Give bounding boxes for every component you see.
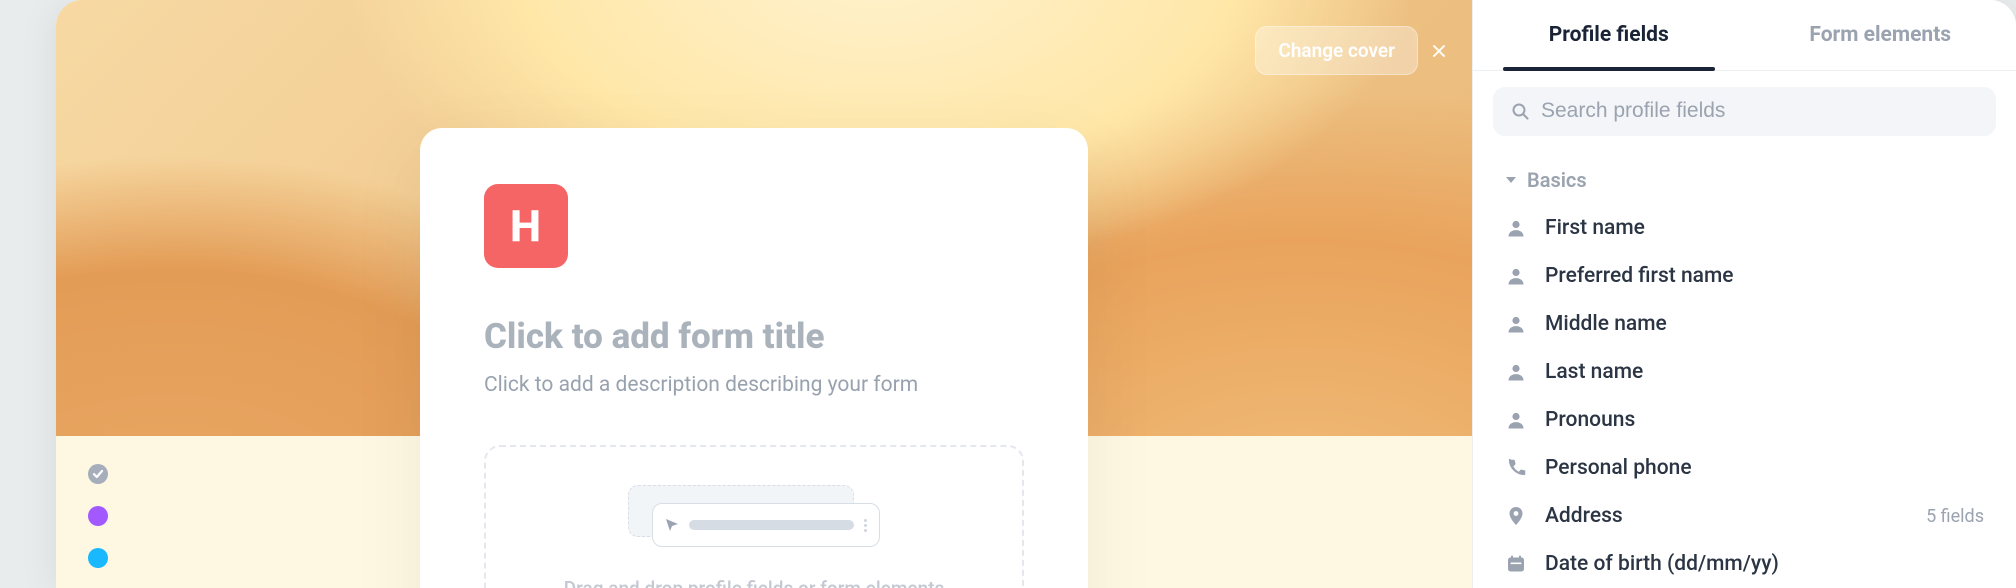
fields-panel: Profile fields Form elements Basics Firs… (1472, 0, 2016, 588)
form-logo-letter: H (510, 200, 542, 252)
page-step-3[interactable] (88, 548, 108, 568)
form-description-input[interactable]: Click to add a description describing yo… (484, 373, 1024, 397)
profile-field-item[interactable]: Personal phone (1493, 444, 1996, 492)
profile-field-label: Date of birth (dd/mm/yy) (1545, 552, 1984, 576)
form-card: H Click to add form title Click to add a… (420, 128, 1088, 588)
cursor-icon (665, 518, 679, 532)
change-cover-button[interactable]: Change cover (1255, 26, 1418, 75)
profile-field-label: Personal phone (1545, 456, 1984, 480)
search-icon (1511, 102, 1529, 120)
page-step-2[interactable] (88, 506, 108, 526)
profile-field-label: Pronouns (1545, 408, 1984, 432)
form-pages-rail (88, 464, 108, 588)
form-description-placeholder: Click to add a description describing yo… (484, 373, 918, 397)
tab-profile-fields-label: Profile fields (1549, 23, 1669, 47)
profile-field-item[interactable]: Preferred first name (1493, 252, 1996, 300)
person-icon (1505, 409, 1527, 431)
profile-field-item[interactable]: Address 5 fields (1493, 492, 1996, 540)
profile-field-item[interactable]: Middle name (1493, 300, 1996, 348)
person-icon (1505, 265, 1527, 287)
search-input[interactable] (1541, 99, 1978, 123)
dropzone-illustration (628, 485, 880, 555)
tab-profile-fields[interactable]: Profile fields (1473, 0, 1745, 70)
profile-field-label: Last name (1545, 360, 1984, 384)
person-icon (1505, 361, 1527, 383)
section-basics-label: Basics (1527, 168, 1587, 192)
remove-cover-icon[interactable] (1432, 44, 1446, 58)
change-cover-label: Change cover (1278, 39, 1395, 62)
calendar-icon (1505, 553, 1527, 575)
profile-field-item[interactable]: Pronouns (1493, 396, 1996, 444)
profile-field-item[interactable]: Last name (1493, 348, 1996, 396)
profile-field-label: Preferred first name (1545, 264, 1984, 288)
person-icon (1505, 313, 1527, 335)
panel-tabs: Profile fields Form elements (1473, 0, 2016, 71)
field-dropzone[interactable]: Drag and drop profile fields or form ele… (484, 445, 1024, 588)
section-basics-header[interactable]: Basics (1493, 164, 1996, 196)
profile-field-meta: 5 fields (1926, 506, 1984, 527)
tab-form-elements-label: Form elements (1809, 23, 1951, 47)
search-profile-fields[interactable] (1493, 87, 1996, 137)
person-icon (1505, 217, 1527, 239)
form-title-input[interactable]: Click to add form title (484, 316, 1024, 357)
page-step-completed[interactable] (88, 464, 108, 484)
profile-field-label: First name (1545, 216, 1984, 240)
chevron-down-icon (1505, 174, 1517, 186)
form-logo[interactable]: H (484, 184, 568, 268)
profile-field-label: Middle name (1545, 312, 1984, 336)
phone-icon (1505, 457, 1527, 479)
profile-field-item[interactable]: Date of birth (dd/mm/yy) (1493, 540, 1996, 588)
profile-field-item[interactable]: First name (1493, 204, 1996, 252)
form-title-placeholder: Click to add form title (484, 316, 824, 357)
pin-icon (1505, 505, 1527, 527)
form-editor: Change cover H Click to add form title C… (56, 0, 1472, 588)
tab-form-elements[interactable]: Form elements (1745, 0, 2016, 70)
profile-field-label: Address (1545, 504, 1908, 528)
dropzone-text: Drag and drop profile fields or form ele… (516, 577, 992, 588)
